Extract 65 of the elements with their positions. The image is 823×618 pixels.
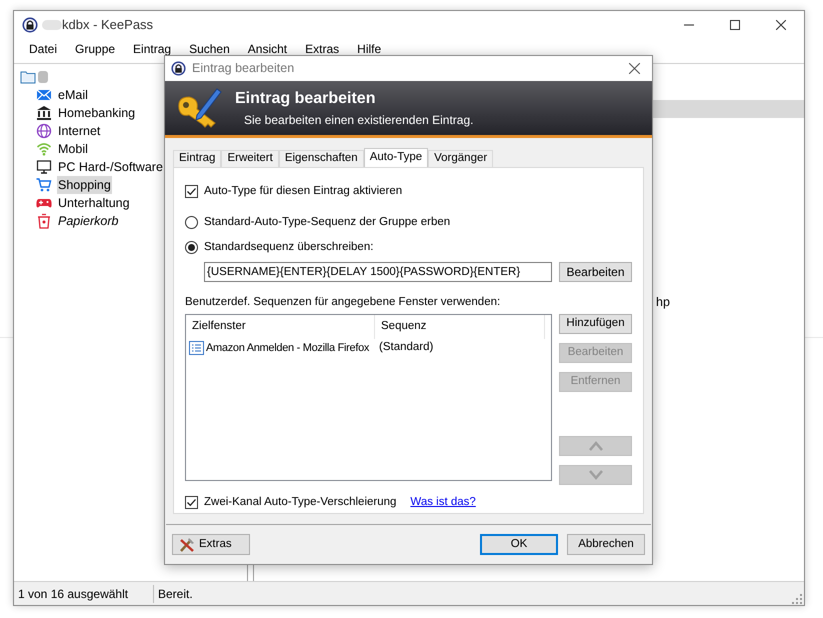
radio-label: Standardsequenz überschreiben:	[204, 240, 374, 254]
status-text: 1 von 16 ausgewählt	[14, 584, 154, 602]
group-item[interactable]: Mobil	[57, 140, 89, 158]
resize-grip-icon	[792, 594, 802, 604]
banner-title: Eintrag bearbeiten	[235, 89, 376, 109]
menu-item[interactable]: Extras	[296, 40, 348, 58]
banner-subtitle: Sie bearbeiten einen existierenden Eintrag.	[244, 112, 474, 129]
checkbox-label: Zwei-Kanal Auto-Type-Verschleierung	[204, 495, 396, 510]
lock-icon	[171, 61, 186, 76]
tab[interactable]: Auto-Type	[364, 148, 428, 167]
help-link[interactable]: Was ist das?	[410, 494, 476, 512]
extras-button[interactable]: Extras	[172, 534, 250, 555]
menu-item[interactable]: Ansicht	[238, 40, 296, 58]
tab[interactable]: Erweitert	[221, 150, 279, 167]
lock-icon	[22, 17, 38, 33]
checkbox[interactable]	[185, 185, 198, 198]
group-item[interactable]: Unterhaltung	[57, 194, 131, 212]
column-header[interactable]: Zielfenster	[186, 315, 375, 339]
chevron-down-icon	[588, 470, 602, 480]
column-header[interactable]: Sequenz	[375, 315, 545, 339]
folder-icon	[20, 70, 36, 84]
group-item[interactable]: Papierkorb	[57, 212, 120, 230]
radio-label: Standard-Auto-Type-Sequenz der Gruppe erben	[204, 215, 450, 230]
menu-item[interactable]: Eintrag	[124, 40, 180, 58]
table-cell-text: Amazon Anmelden - Mozilla Firefox	[206, 340, 370, 356]
ok-button[interactable]: OK	[480, 534, 558, 555]
group-item[interactable]: eMail	[57, 86, 89, 104]
edit-button[interactable]: Bearbeiten	[559, 262, 632, 282]
tab[interactable]: Vorgänger	[428, 150, 494, 167]
checkbox[interactable]	[185, 496, 198, 510]
radio-button[interactable]	[185, 216, 198, 230]
wifi-icon	[36, 141, 52, 157]
menu-item[interactable]: Suchen	[180, 40, 239, 58]
dialog-title: Eintrag bearbeiten	[192, 60, 294, 78]
window-title: kdbx - KeePass	[62, 16, 154, 34]
monitor-icon	[36, 159, 52, 175]
list-icon	[189, 341, 204, 355]
group-item[interactable]: PC Hard-/Software	[57, 158, 164, 176]
list-action-button[interactable]: Hinzufügen	[559, 314, 632, 334]
section-label: Benutzerdef. Sequenzen für angegebene Fenster verwenden:	[185, 294, 502, 310]
trash-icon	[36, 213, 52, 229]
group-item[interactable]: Shopping	[57, 176, 112, 194]
close-icon[interactable]	[629, 63, 640, 74]
group-item[interactable]: Homebanking	[57, 104, 136, 122]
tab[interactable]: Eigenschaften	[278, 150, 364, 167]
menu-item[interactable]: Datei	[20, 40, 66, 58]
status-text: Bereit.	[157, 586, 194, 602]
shopping-cart-icon	[36, 177, 52, 193]
checkbox-label: Auto-Type für diesen Eintrag aktivieren	[204, 184, 402, 199]
blurred-filename	[42, 20, 62, 30]
chevron-up-icon	[588, 441, 602, 451]
blurred-database-name	[38, 71, 48, 83]
sequence-field[interactable]: {USERNAME}{ENTER}{DELAY 1500}{PASSWORD}{ENTER}	[204, 262, 552, 282]
tools-icon	[179, 536, 195, 552]
radio-button[interactable]	[185, 240, 198, 254]
list-row[interactable]: Amazon Anmelden - Mozilla Firefox (Standard)	[186, 339, 551, 357]
menu-item[interactable]: Hilfe	[348, 40, 390, 58]
envelope-icon	[36, 87, 52, 103]
table-cell-text: (Standard)	[379, 340, 434, 356]
globe-icon	[36, 123, 52, 139]
tab[interactable]: Eintrag	[173, 150, 222, 167]
group-item[interactable]: Internet	[57, 122, 102, 140]
bank-icon	[36, 105, 52, 121]
menu-item[interactable]: Gruppe	[66, 40, 124, 58]
cancel-button[interactable]: Abbrechen	[567, 534, 645, 555]
